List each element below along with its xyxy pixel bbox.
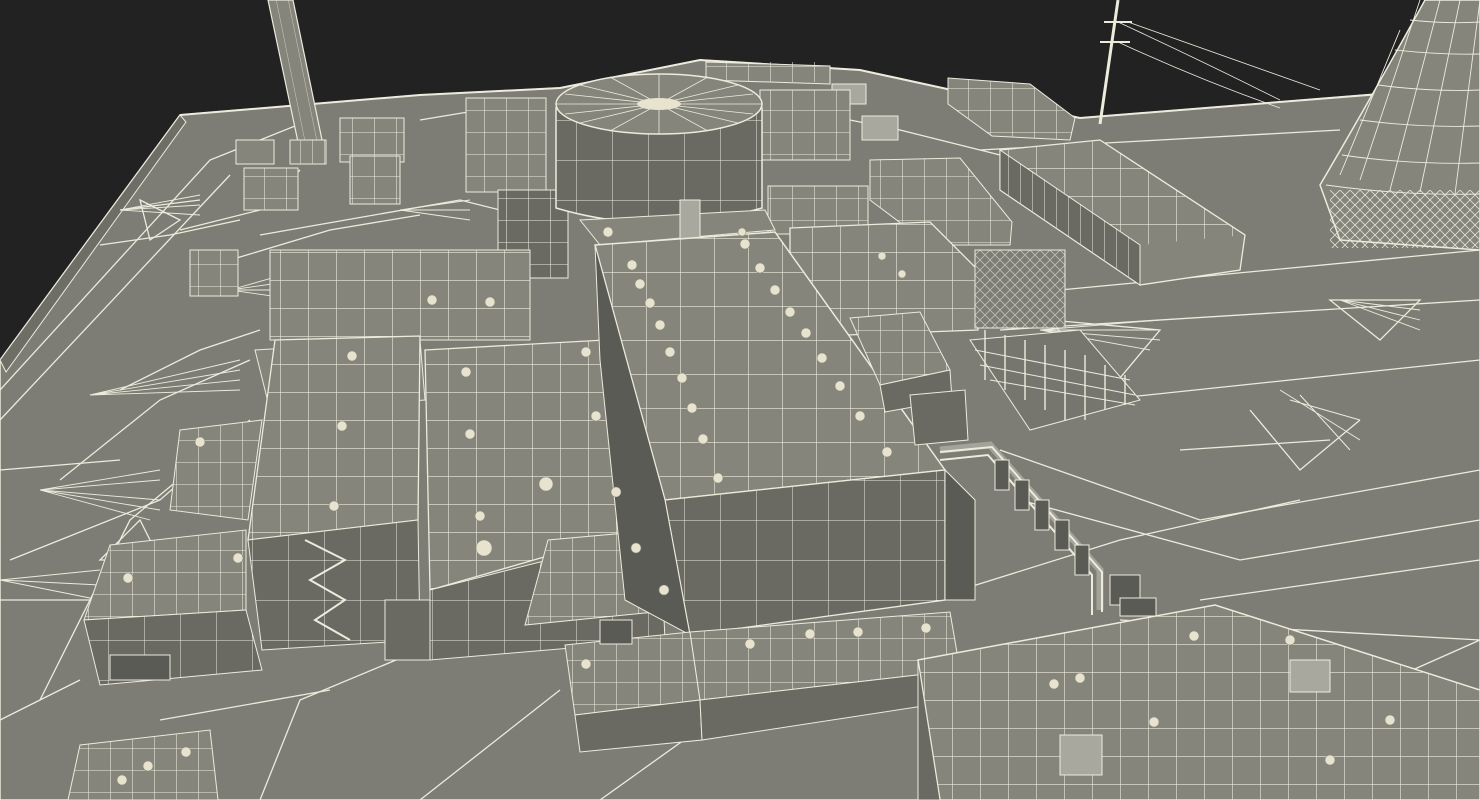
containment-cylinder <box>555 73 763 224</box>
power-plant-wireframe-render <box>0 0 1480 800</box>
